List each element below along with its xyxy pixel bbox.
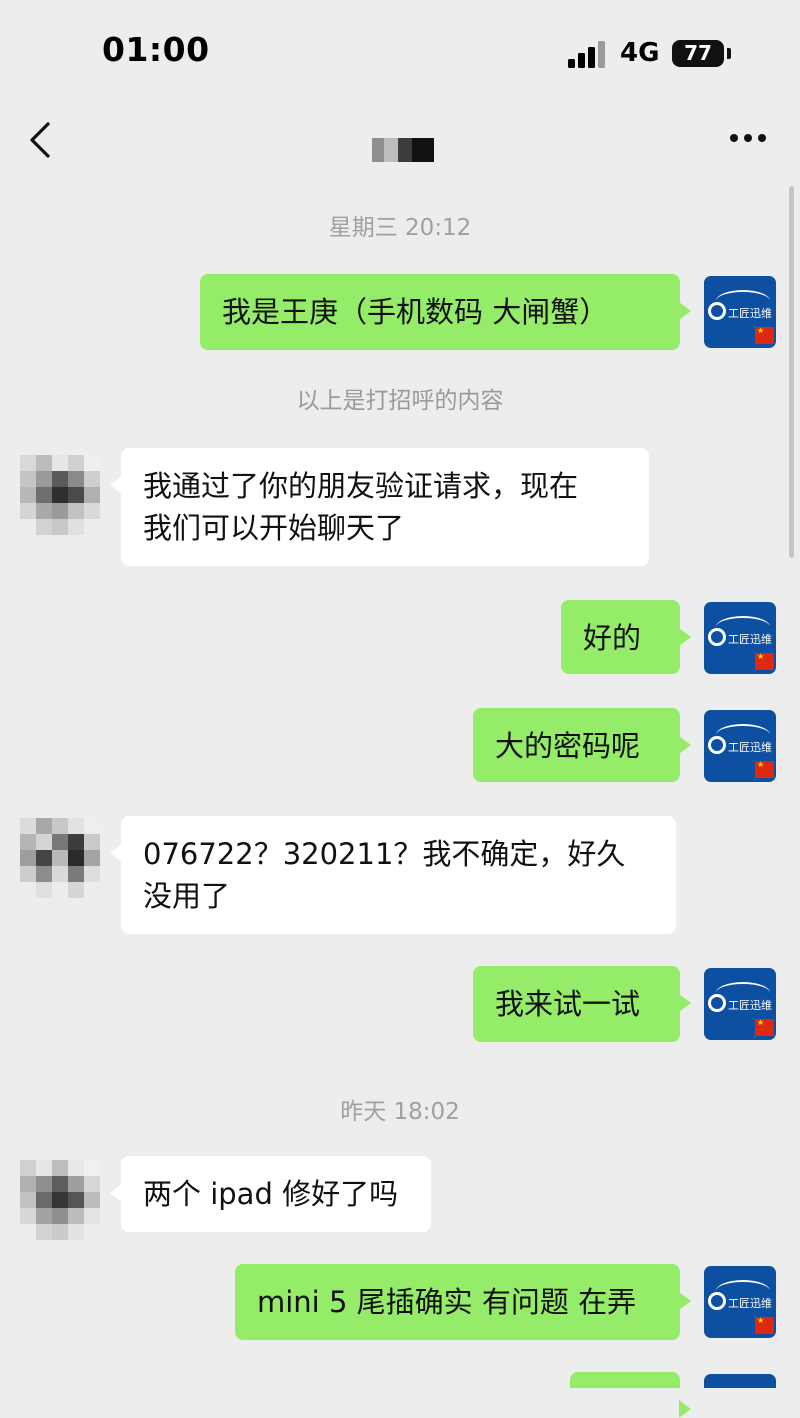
self-avatar[interactable]: 工匠迅维 — [704, 968, 776, 1040]
message-text: 两个 ipad 修好了吗 — [143, 1177, 399, 1211]
system-notice: 以上是打招呼的内容 — [296, 388, 504, 414]
incoming-message[interactable]: 两个 ipad 修好了吗 — [110, 1156, 431, 1232]
message-text: 我来试一试 — [495, 987, 641, 1021]
self-avatar[interactable]: 工匠迅维 — [704, 710, 776, 782]
contact-avatar-blurred[interactable] — [20, 818, 100, 898]
message-text: mini 5 尾插确实 有问题 在弄 — [257, 1285, 637, 1319]
status-bar: 01:00 4G 77 — [0, 0, 800, 100]
outgoing-message[interactable]: 我是王庚（手机数码 大闸蟹） — [200, 274, 691, 350]
message-text: 我是王庚（手机数码 大闸蟹） — [222, 295, 609, 329]
self-avatar[interactable]: 工匠迅维 — [704, 1266, 776, 1338]
back-chevron-icon[interactable] — [26, 120, 56, 160]
flag-icon — [755, 326, 774, 344]
timestamp: 昨天 18:02 — [340, 1099, 460, 1125]
incoming-message[interactable]: 我通过了你的朋友验证请求，现在 我们可以开始聊天了 — [110, 448, 649, 566]
outgoing-message[interactable]: 我来试一试 — [473, 966, 691, 1042]
self-avatar[interactable]: 工匠迅维 — [704, 602, 776, 674]
message-line: 没用了 — [143, 879, 231, 913]
outgoing-message[interactable]: mini 5 尾插确实 有问题 在弄 — [235, 1264, 691, 1340]
timestamp: 星期三 20:12 — [328, 215, 472, 241]
flag-icon — [755, 652, 774, 670]
message-line: 我们可以开始聊天了 — [143, 511, 405, 545]
message-line: 我通过了你的朋友验证请求，现在 — [143, 469, 579, 503]
battery-level: 77 — [684, 41, 712, 65]
self-avatar[interactable]: 工匠迅维 — [704, 276, 776, 348]
incoming-message[interactable]: 076722？320211？我不确定，好久 没用了 — [110, 816, 676, 934]
flag-icon — [755, 760, 774, 778]
outgoing-message-partial[interactable] — [570, 1372, 691, 1418]
outgoing-message[interactable]: 大的密码呢 — [473, 708, 691, 782]
flag-icon — [755, 1018, 774, 1036]
contact-avatar-blurred[interactable] — [20, 1160, 100, 1240]
message-text: 大的密码呢 — [495, 729, 641, 763]
chat-header — [0, 100, 800, 190]
message-text: 好的 — [583, 621, 642, 655]
signal-icon — [568, 40, 608, 68]
contact-name-redacted — [372, 138, 434, 162]
self-avatar-partial[interactable] — [704, 1374, 776, 1388]
message-line: 076722？320211？我不确定，好久 — [143, 837, 626, 871]
network-label: 4G — [620, 38, 660, 68]
battery-icon: 77 — [672, 40, 724, 67]
outgoing-message[interactable]: 好的 — [561, 600, 691, 674]
more-options-icon[interactable] — [730, 134, 770, 144]
contact-avatar-blurred[interactable] — [20, 455, 100, 535]
battery-tip — [727, 48, 731, 59]
status-time: 01:00 — [102, 30, 210, 69]
flag-icon — [755, 1316, 774, 1334]
